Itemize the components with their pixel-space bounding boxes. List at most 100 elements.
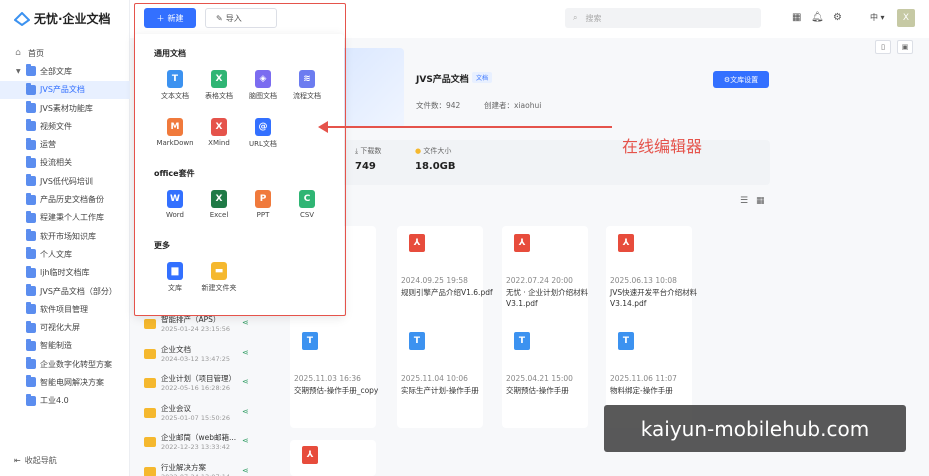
folder-name: 企业会议 [161, 403, 191, 413]
folder-icon [144, 319, 156, 329]
highlight-frame [134, 3, 346, 316]
sidebar-item[interactable]: ljh临时文档库 [0, 264, 130, 282]
sidebar-item[interactable]: 企业数字化转型方案 [0, 355, 130, 373]
stat-downloads: ⤓ 下载数 749 [355, 146, 381, 172]
sidebar-item[interactable]: JVS产品文档（部分） [0, 282, 130, 300]
folder-icon [144, 437, 156, 447]
app-logo[interactable]: 无忧·企业文档 [14, 10, 111, 27]
folder-row[interactable]: 企业会议 2025-01-07 15:50:26 ⋖ [144, 401, 254, 427]
pdf-file-icon: ⅄ [618, 234, 634, 252]
avatar-letter: X [902, 13, 910, 23]
sidebar-item-label: 投流相关 [40, 158, 72, 168]
file-date: 2025.11.06 11:07 [610, 374, 677, 383]
stat-label: ⤓ 下载数 [355, 147, 382, 155]
file-name: 物料绑定-操作手册 [610, 386, 673, 395]
sidebar-item[interactable]: 运营 [0, 135, 130, 153]
share-icon[interactable]: ⋖ [242, 318, 249, 327]
library-icon [26, 229, 36, 242]
sidebar-item[interactable]: 投流相关 [0, 154, 130, 172]
sidebar-item-label: 首页 [28, 48, 44, 58]
sidebar-item-label: 软开市场知识库 [40, 231, 96, 241]
sidebar-item-label: 程建秉个人工作库 [40, 213, 104, 223]
folder-name: 行业解决方案 [161, 462, 206, 472]
sidebar-item[interactable]: JVS素材功能库 [0, 99, 130, 117]
file-date: 2024.09.25 19:58 [401, 276, 468, 285]
folder-icon [144, 378, 156, 388]
folder-name: 企业计划（项目管理） [161, 374, 236, 383]
file-date: 2025.11.03 16:36 [294, 374, 361, 383]
file-date: 2025.06.13 10:08 [610, 276, 677, 285]
file-card[interactable]: T 2025.11.04 10:06 实际生产计划-操作手册 [397, 324, 483, 428]
sidebar-item[interactable]: 程建秉个人工作库 [0, 209, 130, 227]
sidebar-item[interactable]: ⌂ 首页 [0, 44, 130, 62]
share-icon[interactable]: ⋖ [242, 348, 249, 357]
notification-bell-icon[interactable]: 🔔︎ [811, 12, 824, 23]
share-icon[interactable]: ⋖ [242, 466, 249, 475]
folder-name: 企业文档 [161, 344, 191, 354]
stat-size: ● 文件大小 18.0GB [415, 146, 456, 172]
file-card[interactable]: ⅄ 2024.09.25 19:58 规则引擎产品介绍V1.6.pdf [397, 226, 493, 330]
file-count: 文件数：942 [416, 101, 461, 110]
folder-date: 2024-03-12 13:47:25 [161, 354, 231, 363]
stat-value: 749 [355, 161, 376, 172]
library-icon [26, 64, 36, 77]
sidebar-item[interactable]: 软件项目管理 [0, 300, 130, 318]
share-icon[interactable]: ⋖ [242, 436, 249, 445]
grid-view-icon[interactable]: ▦ [756, 196, 765, 206]
collapse-nav-button[interactable]: ⇤ 收起导航 [14, 455, 57, 466]
text-doc-icon: T [618, 332, 634, 350]
file-card[interactable]: ⅄ [290, 440, 376, 476]
library-icon [26, 137, 36, 150]
file-date: 2022.07.24 20:00 [506, 276, 573, 285]
pdf-file-icon: ⅄ [302, 446, 318, 464]
sidebar-item-label: 全部文库 [40, 66, 72, 76]
sidebar-item[interactable]: 产品历史文档备份 [0, 190, 130, 208]
sidebar-item[interactable]: ▼ 全部文库 [0, 62, 130, 80]
apps-grid-icon[interactable]: ▦ [792, 12, 801, 23]
sidebar-item[interactable]: 工业4.0 [0, 392, 130, 410]
folder-date: 2022-12-23 13:33:42 [161, 443, 231, 451]
save-icon[interactable]: ▣ [897, 40, 913, 54]
search-box[interactable]: ⌕ 搜索 [565, 8, 761, 28]
user-avatar[interactable]: X [897, 9, 915, 27]
folder-date: 2025-01-07 15:50:26 [161, 413, 231, 422]
folder-row[interactable]: 企业计划（项目管理） 2022-05-16 16:28:26 ⋖ [144, 371, 254, 397]
list-view-icon[interactable]: ☰ [740, 196, 748, 206]
sidebar-item[interactable]: JVS产品文档 [0, 80, 130, 99]
sidebar-item-label: JVS素材功能库 [40, 103, 93, 113]
settings-gear-icon[interactable]: ⚙ [833, 12, 842, 23]
sidebar-item[interactable]: 视频文件 [0, 117, 130, 135]
file-card[interactable]: ⅄ 2025.06.13 10:08 JVS快速开发平台介绍材料V3.14.pdf [606, 226, 697, 330]
file-card[interactable]: ⅄ 2022.07.24 20:00 无忧 · 企业计划介绍材料V3.1.pdf [502, 226, 588, 330]
file-card[interactable]: T 2025.04.21 15:00 交期预估-操作手册 [502, 324, 588, 428]
folder-row[interactable]: 行业解决方案2022-07-24 13:07:14 ⋖ [144, 460, 254, 476]
pdf-file-icon: ⅄ [409, 234, 425, 252]
sidebar-item-label: 智能电网解决方案 [40, 377, 104, 387]
sidebar-item[interactable]: 软开市场知识库 [0, 227, 130, 245]
file-date: 2025.11.04 10:06 [401, 374, 468, 383]
sidebar-item[interactable]: JVS低代码培训 [0, 172, 130, 190]
sidebar-item[interactable]: 智能制造 [0, 337, 130, 355]
share-icon[interactable]: ⋖ [242, 377, 249, 386]
creator: 创建者：xiaohui [484, 101, 542, 110]
sidebar-item[interactable]: 智能电网解决方案 [0, 373, 130, 391]
library-settings-button[interactable]: ⚙ 文库设置 [713, 71, 769, 88]
language-switch[interactable]: 中 ▾ [870, 12, 885, 23]
file-name: 交期预估-操作手册 [506, 386, 569, 395]
search-placeholder: 搜索 [585, 13, 602, 23]
settings-label: 文库设置 [730, 75, 759, 84]
sidebar-item[interactable]: 可视化大屏 [0, 318, 130, 336]
folder-row[interactable]: 企业邮筒（web邮箱... 2022-12-23 13:33:42 ⋖ [144, 430, 254, 456]
file-name: 实际生产计划-操作手册 [401, 386, 479, 395]
folder-row[interactable]: 企业文档 2024-03-12 13:47:25 ⋖ [144, 342, 254, 368]
file-card[interactable]: T 2025.11.03 16:36 交期预估-操作手册_copy [290, 324, 378, 428]
folder-icon [144, 407, 156, 418]
sidebar-item[interactable]: 个人文库 [0, 245, 130, 263]
folder-date: 2022-05-16 16:28:26 [161, 384, 231, 392]
collapse-icon: ⇤ [14, 456, 21, 465]
share-icon[interactable]: ⋖ [242, 407, 249, 416]
panel-toggle-icon[interactable]: ▯ [875, 40, 891, 54]
folder-icon [144, 466, 156, 476]
sidebar-item-label: 可视化大屏 [40, 323, 80, 333]
sidebar-item-label: ljh临时文档库 [40, 268, 90, 278]
